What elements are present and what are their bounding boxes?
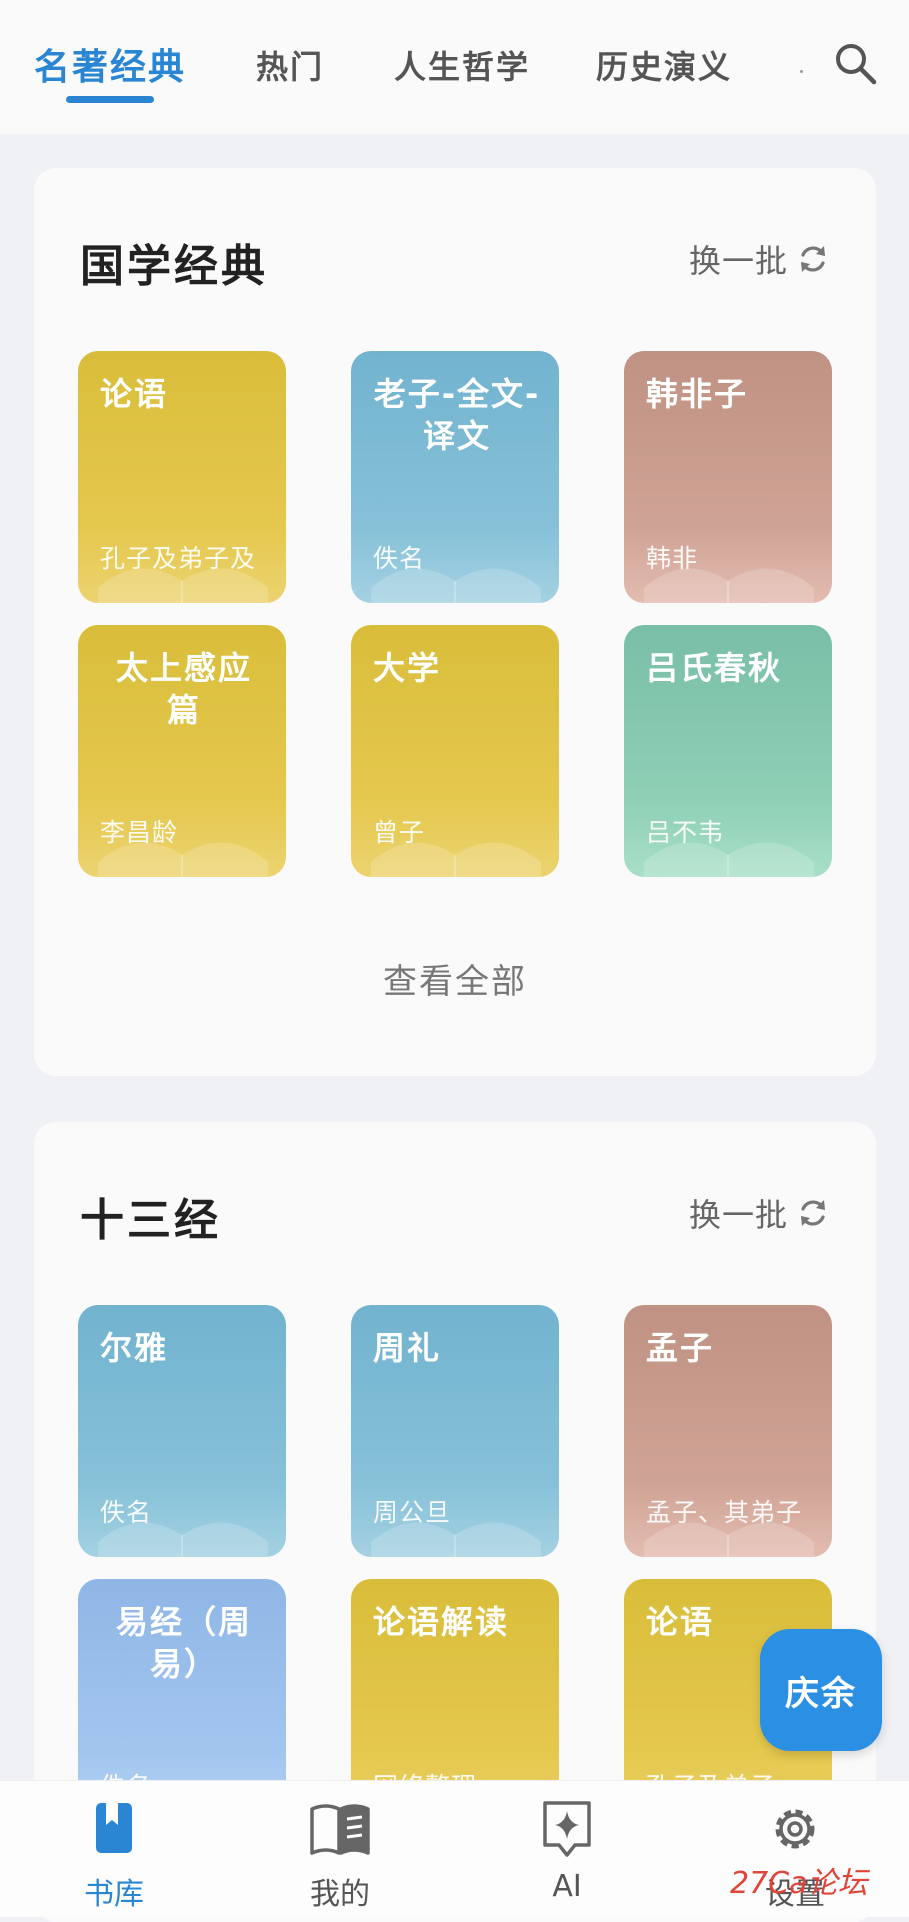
tab-life-philosophy[interactable]: 人生哲学	[394, 42, 530, 88]
book-title: 韩非子	[646, 375, 749, 413]
book-author: 曾子	[373, 818, 426, 847]
nav-item-mine[interactable]: 我的	[270, 1799, 410, 1913]
active-tab-indicator	[66, 96, 154, 103]
book-title: 周礼	[373, 1329, 442, 1367]
ai-sparkle-icon	[543, 1801, 591, 1857]
book-author: 韩非	[646, 544, 699, 573]
book-title: 易经（周易）	[115, 1603, 252, 1683]
book-author: 佚名	[373, 544, 426, 573]
section-card-guoxue: 国学经典 换一批 论语 孔子及弟子及 老子-全文-译文 佚名 韩非子 韩非 太上…	[34, 168, 876, 1076]
book-card[interactable]: 大学 曾子	[351, 625, 559, 877]
book-card[interactable]: 孟子 孟子、其弟子	[624, 1305, 832, 1557]
tab-hot[interactable]: 热门	[256, 42, 324, 88]
book-title: 吕氏春秋	[646, 649, 783, 687]
view-all-link[interactable]: 查看全部	[34, 954, 876, 1003]
refresh-icon	[801, 1200, 825, 1226]
book-title: 论语	[100, 375, 169, 413]
book-author: 周公旦	[373, 1498, 452, 1527]
tab-classics[interactable]: 名著经典	[34, 38, 186, 90]
gear-icon	[775, 1809, 815, 1849]
book-author: 孔子及弟子及	[100, 544, 257, 573]
book-title: 大学	[373, 649, 442, 687]
book-title: 太上感应篇	[115, 649, 252, 729]
nav-item-ai[interactable]: AI	[497, 1799, 637, 1904]
book-card[interactable]: 太上感应篇 李昌龄	[78, 625, 286, 877]
book-author: 孟子、其弟子	[646, 1498, 803, 1527]
open-book-icon	[310, 1804, 370, 1855]
nav-label: AI	[552, 1869, 582, 1904]
refresh-label: 换一批	[688, 242, 788, 280]
book-card[interactable]: 吕氏春秋 吕不韦	[624, 625, 832, 877]
book-card[interactable]: 老子-全文-译文 佚名	[351, 351, 559, 603]
more-tabs-indicator	[800, 70, 803, 73]
nav-item-library[interactable]: 书库	[44, 1799, 184, 1913]
refresh-label: 换一批	[688, 1196, 788, 1234]
book-card[interactable]: 论语 孔子及弟子及	[78, 351, 286, 603]
book-title: 尔雅	[100, 1329, 169, 1367]
nav-label: 书库	[84, 1877, 144, 1912]
book-author: 吕不韦	[646, 818, 725, 847]
qingyu-assistant-button[interactable]: 庆余	[760, 1629, 882, 1751]
book-title: 孟子	[646, 1329, 715, 1367]
book-grid: 尔雅 佚名 周礼 周公旦 孟子 孟子、其弟子 易经（周易） 佚名 论语解读 网络…	[78, 1305, 832, 1831]
book-title: 论语解读	[373, 1603, 510, 1641]
tab-historical-romance[interactable]: 历史演义	[596, 42, 732, 88]
book-author: 李昌龄	[100, 818, 179, 847]
bookmark-book-icon	[96, 1803, 132, 1853]
section-title: 国学经典	[80, 241, 268, 292]
refresh-batch-button[interactable]: 换一批	[689, 1190, 830, 1236]
book-card[interactable]: 韩非子 韩非	[624, 351, 832, 603]
forum-watermark: 27Ca论坛	[730, 1866, 868, 1901]
book-grid: 论语 孔子及弟子及 老子-全文-译文 佚名 韩非子 韩非 太上感应篇 李昌龄 大…	[78, 351, 832, 877]
top-tab-bar: 名著经典 热门 人生哲学 历史演义	[0, 0, 909, 134]
section-title: 十三经	[80, 1195, 221, 1246]
book-card[interactable]: 周礼 周公旦	[351, 1305, 559, 1557]
refresh-icon	[801, 246, 825, 272]
search-icon[interactable]	[832, 40, 878, 86]
book-title: 老子-全文-译文	[373, 375, 541, 455]
book-card[interactable]: 尔雅 佚名	[78, 1305, 286, 1557]
refresh-batch-button[interactable]: 换一批	[689, 236, 830, 282]
book-author: 佚名	[100, 1498, 153, 1527]
nav-label: 我的	[310, 1877, 370, 1912]
